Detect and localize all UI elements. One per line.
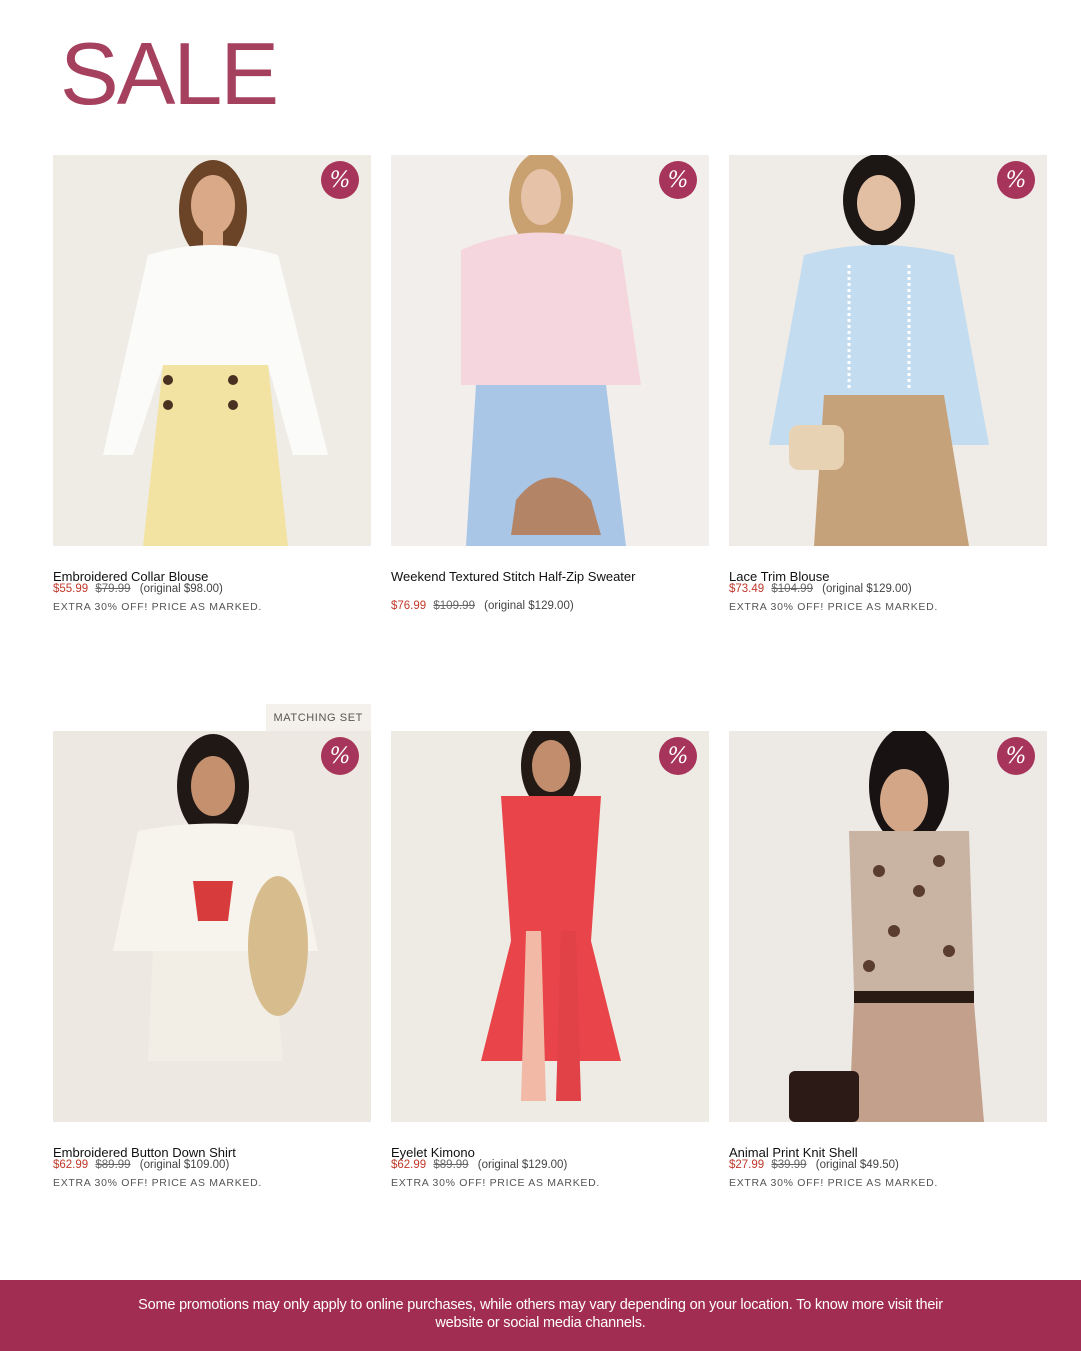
product-image[interactable] (53, 731, 371, 1122)
promo-text: EXTRA 30% OFF! PRICE AS MARKED. (729, 601, 938, 613)
product-prices: $62.99 $89.99 (original $129.00) (391, 1159, 567, 1171)
product-prices: $55.99 $79.99 (original $98.00) (53, 583, 223, 595)
disclaimer-line-2: website or social media channels. (435, 1315, 646, 1331)
matching-set-tag: MATCHING SET (265, 704, 371, 731)
product-prices: $76.99 $109.99 (original $129.00) (391, 600, 574, 612)
promo-text: EXTRA 30% OFF! PRICE AS MARKED. (391, 1177, 600, 1189)
was-price: $79.99 (95, 583, 131, 595)
sale-badge-icon: % (997, 161, 1035, 199)
sale-badge-icon: % (659, 161, 697, 199)
original-price: (original $109.00) (139, 1159, 230, 1171)
original-price: (original $129.00) (822, 583, 912, 595)
promo-text: EXTRA 30% OFF! PRICE AS MARKED. (53, 1177, 262, 1189)
original-price: (original $98.00) (139, 583, 223, 595)
sale-badge-icon: % (997, 737, 1035, 775)
product-prices: $73.49 $104.99 (original $129.00) (729, 583, 912, 595)
sale-badge-icon: % (321, 161, 359, 199)
was-price: $104.99 (771, 583, 813, 595)
sale-price: $55.99 (53, 583, 89, 595)
original-price: (original $129.00) (484, 600, 574, 612)
sale-badge-icon: % (659, 737, 697, 775)
promo-text: EXTRA 30% OFF! PRICE AS MARKED. (53, 601, 262, 613)
promo-text: EXTRA 30% OFF! PRICE AS MARKED. (729, 1177, 938, 1189)
sale-price: $76.99 (391, 600, 427, 612)
product-image[interactable] (53, 155, 371, 546)
product-prices: $62.99 $89.99 (original $109.00) (53, 1159, 229, 1171)
original-price: (original $129.00) (477, 1159, 568, 1171)
product-name[interactable]: Weekend Textured Stitch Half-Zip Sweater (391, 567, 641, 587)
product-prices: $27.99 $39.99 (original $49.50) (729, 1159, 899, 1171)
was-price: $89.99 (433, 1159, 469, 1171)
sale-price: $62.99 (391, 1159, 427, 1171)
product-image[interactable] (729, 731, 1047, 1122)
product-image[interactable] (391, 155, 709, 546)
was-price: $89.99 (95, 1159, 131, 1171)
sale-price: $62.99 (53, 1159, 89, 1171)
product-image[interactable] (729, 155, 1047, 546)
was-price: $109.99 (433, 600, 475, 612)
page-title: SALE (60, 24, 279, 123)
sale-price: $27.99 (729, 1159, 765, 1171)
was-price: $39.99 (771, 1159, 807, 1171)
product-image[interactable] (391, 731, 709, 1122)
disclaimer-footer: Some promotions may only apply to online… (0, 1280, 1081, 1351)
sale-price: $73.49 (729, 583, 765, 595)
sale-badge-icon: % (321, 737, 359, 775)
disclaimer-line-1: Some promotions may only apply to online… (138, 1297, 943, 1313)
original-price: (original $49.50) (815, 1159, 899, 1171)
